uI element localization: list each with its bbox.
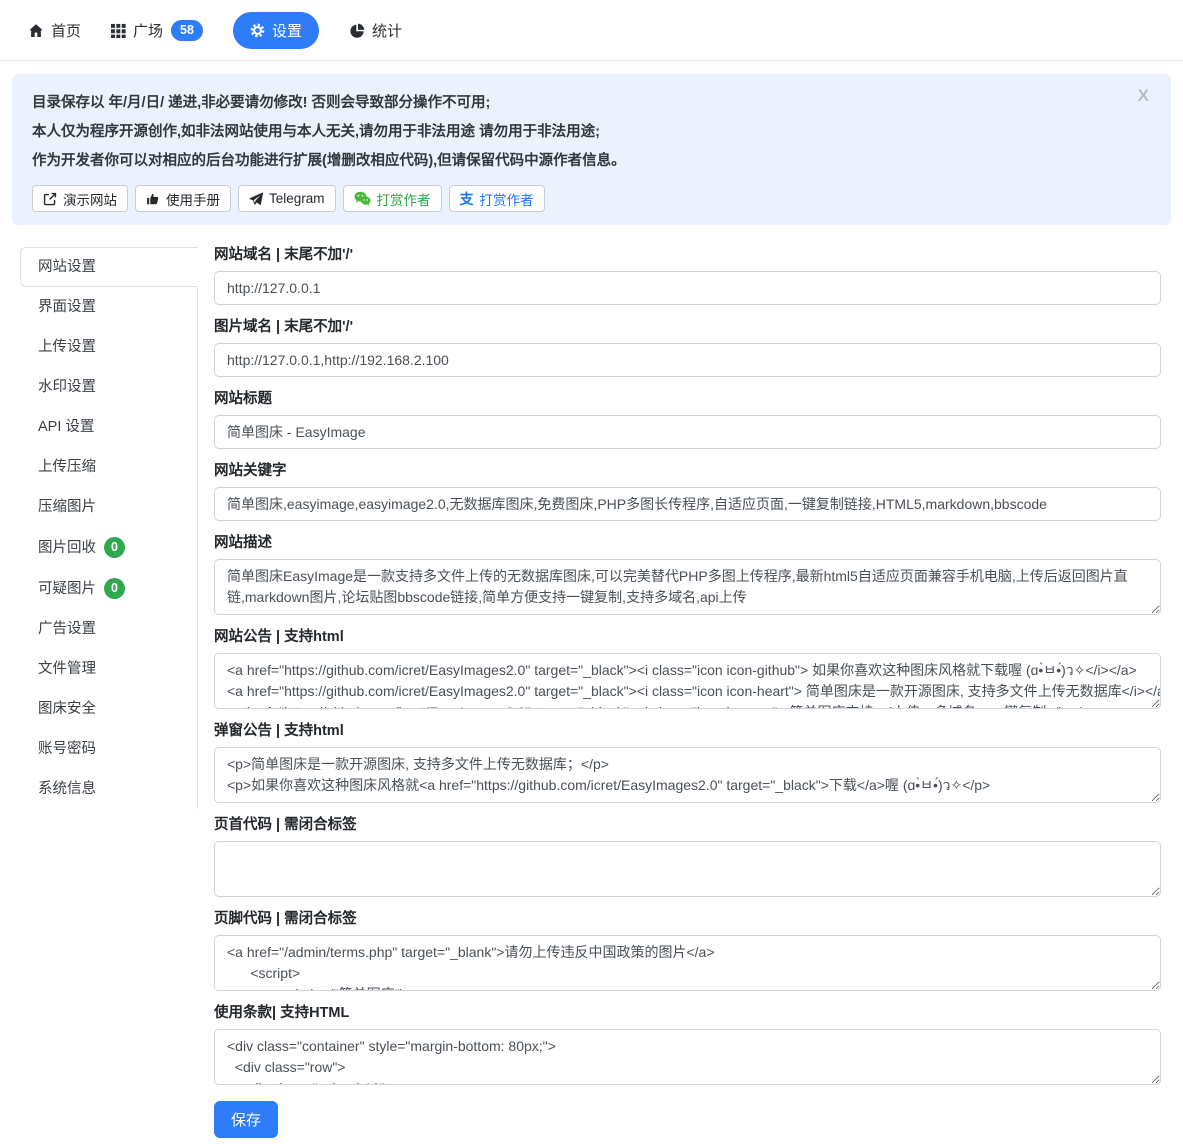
site-domain-input[interactable] [214, 271, 1161, 305]
popup-notice-field: 弹窗公告 | 支持html <p>简单图床是一款开源图床, 支持多文件上传无数据… [214, 723, 1161, 803]
header-code-field: 页首代码 | 需闭合标签 [214, 817, 1161, 897]
image-domain-input[interactable] [214, 343, 1161, 377]
button-label: 演示网站 [63, 189, 117, 209]
popup-notice-textarea[interactable]: <p>简单图床是一款开源图床, 支持多文件上传无数据库；</p> <p>如果你喜… [214, 747, 1161, 803]
sidebar-item-ui-settings[interactable]: 界面设置 [20, 287, 198, 327]
external-link-icon [43, 192, 57, 206]
gear-icon [250, 23, 265, 38]
nav-item-home[interactable]: 首页 [28, 20, 81, 41]
settings-sidebar: 网站设置 界面设置 上传设置 水印设置 API 设置 上传压缩 压缩图片 图片回… [20, 247, 198, 809]
field-label: 弹窗公告 | 支持html [214, 723, 1161, 739]
sidebar-item-label: 图片回收 [38, 538, 96, 558]
sidebar-item-label: 界面设置 [38, 297, 96, 317]
nav-item-label: 广场 [133, 20, 163, 41]
sidebar-item-upload-compress[interactable]: 上传压缩 [20, 447, 198, 487]
paper-plane-icon [249, 192, 263, 206]
nav-item-label: 设置 [272, 20, 302, 41]
nav-item-stats[interactable]: 统计 [349, 20, 402, 41]
sidebar-item-website-settings[interactable]: 网站设置 [20, 247, 198, 287]
field-label: 使用条款| 支持HTML [214, 1005, 1161, 1021]
terms-field: 使用条款| 支持HTML <div class="container" styl… [214, 1005, 1161, 1085]
sidebar-item-security[interactable]: 图床安全 [20, 689, 198, 729]
settings-layout: 网站设置 界面设置 上传设置 水印设置 API 设置 上传压缩 压缩图片 图片回… [0, 225, 1183, 1144]
sidebar-item-watermark-settings[interactable]: 水印设置 [20, 367, 198, 407]
sidebar-item-label: 广告设置 [38, 619, 96, 639]
donate-alipay-button[interactable]: 支 打赏作者 [449, 185, 545, 212]
button-label: 打赏作者 [377, 189, 431, 209]
wechat-icon [354, 191, 371, 206]
nav-item-label: 首页 [51, 20, 81, 41]
recycle-count-badge: 0 [104, 537, 125, 558]
sidebar-item-label: 压缩图片 [38, 497, 96, 517]
sidebar-item-label: 账号密码 [38, 739, 96, 759]
alipay-icon: 支 [460, 192, 474, 206]
site-description-field: 网站描述 简单图床EasyImage是一款支持多文件上传的无数据库图床,可以完美… [214, 535, 1161, 615]
sidebar-item-ad-settings[interactable]: 广告设置 [20, 609, 198, 649]
sidebar-item-account-password[interactable]: 账号密码 [20, 729, 198, 769]
telegram-button[interactable]: Telegram [238, 185, 336, 212]
sidebar-item-upload-settings[interactable]: 上传设置 [20, 327, 198, 367]
sidebar-item-label: 水印设置 [38, 377, 96, 397]
sidebar-item-file-manager[interactable]: 文件管理 [20, 649, 198, 689]
field-label: 页脚代码 | 需闭合标签 [214, 911, 1161, 927]
grid-icon [111, 23, 126, 38]
notice-alert: X 目录保存以 年/月/日/ 递进,非必要请勿修改! 否则会导致部分操作不可用;… [12, 74, 1171, 225]
alert-line-2: 本人仅为程序开源创作,如非法网站使用与本人无关,请勿用于非法用途 请勿用于非法用… [32, 118, 1151, 147]
sidebar-item-label: 可疑图片 [38, 579, 96, 599]
field-label: 网站描述 [214, 535, 1161, 551]
field-label: 网站公告 | 支持html [214, 629, 1161, 645]
sidebar-item-label: 图床安全 [38, 699, 96, 719]
site-keywords-field: 网站关键字 [214, 463, 1161, 521]
field-label: 页首代码 | 需闭合标签 [214, 817, 1161, 833]
manual-button[interactable]: 使用手册 [135, 185, 231, 212]
sidebar-item-label: 文件管理 [38, 659, 96, 679]
plaza-count-badge: 58 [171, 20, 203, 41]
field-label: 网站关键字 [214, 463, 1161, 479]
alert-button-row: 演示网站 使用手册 Telegram 打赏作者 支 打赏作者 [32, 185, 1151, 212]
sidebar-item-label: 网站设置 [38, 257, 96, 277]
donate-wechat-button[interactable]: 打赏作者 [343, 185, 442, 212]
field-label: 网站标题 [214, 391, 1161, 407]
site-title-input[interactable] [214, 415, 1161, 449]
site-keywords-input[interactable] [214, 487, 1161, 521]
sidebar-item-label: 上传设置 [38, 337, 96, 357]
close-icon[interactable]: X [1138, 86, 1149, 106]
nav-item-label: 统计 [372, 20, 402, 41]
footer-code-textarea[interactable]: <a href="/admin/terms.php" target="_blan… [214, 935, 1161, 991]
site-title-field: 网站标题 [214, 391, 1161, 449]
sidebar-item-compress-image[interactable]: 压缩图片 [20, 487, 198, 527]
pie-chart-icon [349, 23, 365, 39]
sidebar-item-api-settings[interactable]: API 设置 [20, 407, 198, 447]
save-button[interactable]: 保存 [214, 1101, 278, 1138]
button-label: Telegram [269, 191, 325, 206]
home-icon [28, 23, 44, 39]
alert-line-1: 目录保存以 年/月/日/ 递进,非必要请勿修改! 否则会导致部分操作不可用; [32, 89, 1151, 118]
demo-site-button[interactable]: 演示网站 [32, 185, 128, 212]
nav-item-settings[interactable]: 设置 [233, 12, 319, 49]
sidebar-item-label: API 设置 [38, 417, 94, 437]
website-settings-form: 网站域名 | 末尾不加'/' 图片域名 | 末尾不加'/' 网站标题 网站关键字… [214, 247, 1161, 1138]
header-code-textarea[interactable] [214, 841, 1161, 897]
sidebar-item-label: 系统信息 [38, 779, 96, 799]
site-notice-field: 网站公告 | 支持html <a href="https://github.co… [214, 629, 1161, 709]
top-navbar: 首页 广场 58 设置 统计 [0, 0, 1183, 61]
terms-textarea[interactable]: <div class="container" style="margin-bot… [214, 1029, 1161, 1085]
field-label: 网站域名 | 末尾不加'/' [214, 247, 1161, 263]
nav-item-plaza[interactable]: 广场 58 [111, 20, 203, 41]
alert-line-3: 作为开发者你可以对相应的后台功能进行扩展(增删改相应代码),但请保留代码中源作者… [32, 147, 1151, 176]
suspicious-count-badge: 0 [104, 578, 125, 599]
sidebar-item-suspicious-images[interactable]: 可疑图片 0 [20, 568, 198, 609]
footer-code-field: 页脚代码 | 需闭合标签 <a href="/admin/terms.php" … [214, 911, 1161, 991]
site-description-textarea[interactable]: 简单图床EasyImage是一款支持多文件上传的无数据库图床,可以完美替代PHP… [214, 559, 1161, 615]
sidebar-item-image-recycle[interactable]: 图片回收 0 [20, 527, 198, 568]
thumbs-up-icon [146, 192, 160, 206]
button-label: 打赏作者 [480, 189, 534, 209]
button-label: 使用手册 [166, 189, 220, 209]
site-domain-field: 网站域名 | 末尾不加'/' [214, 247, 1161, 305]
image-domain-field: 图片域名 | 末尾不加'/' [214, 319, 1161, 377]
sidebar-item-system-info[interactable]: 系统信息 [20, 769, 198, 809]
site-notice-textarea[interactable]: <a href="https://github.com/icret/EasyIm… [214, 653, 1161, 709]
field-label: 图片域名 | 末尾不加'/' [214, 319, 1161, 335]
sidebar-item-label: 上传压缩 [38, 457, 96, 477]
